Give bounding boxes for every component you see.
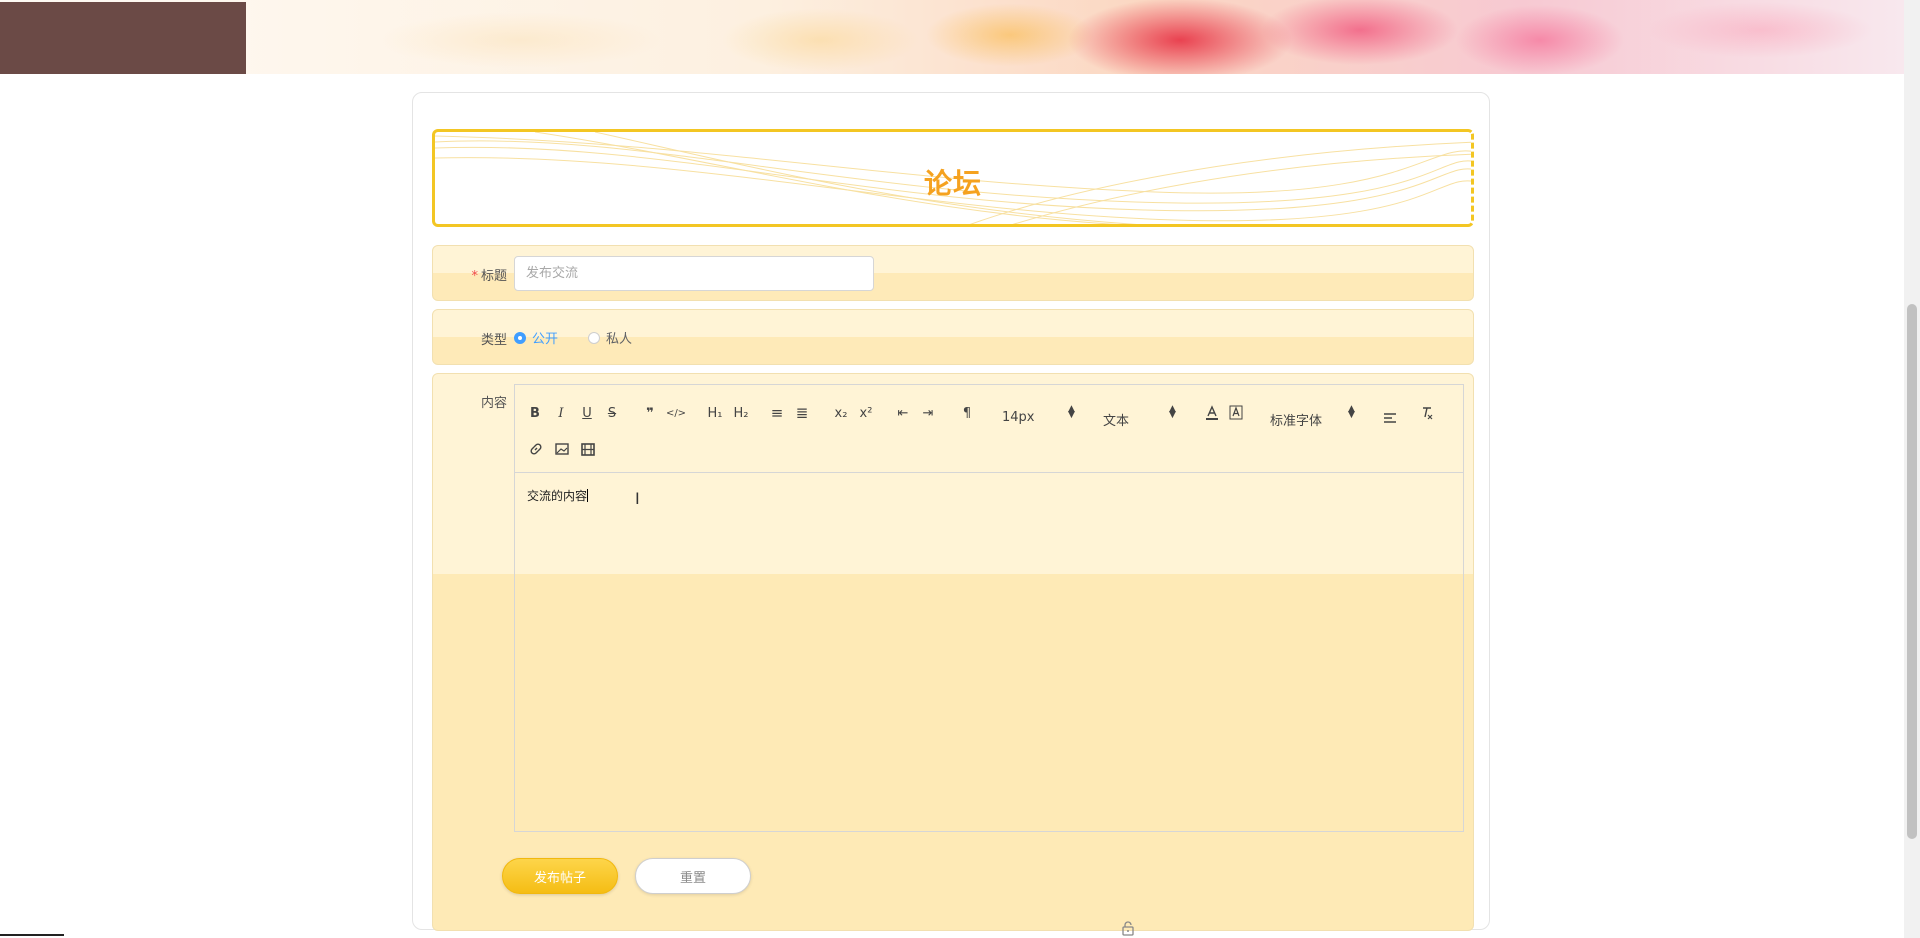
editor-content[interactable]: 交流的内容 I <box>515 473 1463 831</box>
font-family-select-value: 标准字体 <box>1270 414 1323 429</box>
content-label: 内容 <box>480 396 507 411</box>
superscript-button[interactable]: x² <box>856 403 876 423</box>
rich-text-editor: B I U S ❞ </> H₁ H₂ ≡ ≣ x₂ x² ⇤ ⇥ ¶ 14px… <box>514 384 1464 832</box>
select-caret-icon: ▲ ▼ <box>1068 404 1075 420</box>
radio-private-label: 私人 <box>606 332 633 347</box>
italic-button[interactable]: I <box>553 403 569 423</box>
text-cursor-icon: I <box>635 489 640 508</box>
top-banner <box>0 0 1904 74</box>
reset-button[interactable]: 重置 <box>635 858 751 894</box>
underline-button[interactable]: U <box>579 403 595 423</box>
text-color-icon[interactable] <box>1204 403 1220 423</box>
radio-public-label: 公开 <box>532 332 559 347</box>
font-size-select-value: 14px <box>1002 410 1035 425</box>
image-icon[interactable] <box>553 439 571 459</box>
type-row: 类型 公开 私人 <box>432 309 1474 365</box>
bottom-indicator <box>0 934 64 936</box>
bold-button[interactable]: B <box>527 403 543 423</box>
clear-format-icon[interactable] <box>1418 403 1436 423</box>
logo-block <box>0 2 246 74</box>
font-family-select[interactable]: 标准字体 ▲ ▼ <box>1270 405 1360 430</box>
radio-public-dot[interactable] <box>514 331 526 344</box>
text-caret <box>587 489 589 502</box>
lock-icon <box>1121 920 1135 938</box>
title-input[interactable] <box>514 256 874 291</box>
outdent-icon[interactable]: ⇤ <box>894 403 912 423</box>
bullet-list-icon[interactable]: ≣ <box>793 403 811 423</box>
page-title: 论坛 <box>923 167 982 200</box>
required-mark: * <box>471 269 478 284</box>
header-select-value: 文本 <box>1103 414 1130 429</box>
select-caret-icon: ▲ ▼ <box>1348 404 1355 420</box>
radio-private[interactable]: 私人 <box>588 328 632 347</box>
align-icon[interactable] <box>1381 408 1399 428</box>
strike-button[interactable]: S <box>604 403 620 423</box>
indent-icon[interactable]: ⇥ <box>919 403 937 423</box>
radio-public[interactable]: 公开 <box>514 328 558 347</box>
blockquote-button[interactable]: ❞ <box>641 403 659 423</box>
ordered-list-icon[interactable]: ≡ <box>768 403 786 423</box>
form-card: 论坛 *标题 类型 公开 私人 内容 B <box>412 92 1490 931</box>
scrollbar-thumb[interactable] <box>1907 304 1917 839</box>
scrollbar[interactable] <box>1904 0 1920 938</box>
video-icon[interactable] <box>579 439 597 459</box>
select-caret-icon: ▲ ▼ <box>1169 404 1176 420</box>
radio-private-dot[interactable] <box>588 331 600 344</box>
background-color-icon[interactable] <box>1228 403 1244 423</box>
editor-toolbar: B I U S ❞ </> H₁ H₂ ≡ ≣ x₂ x² ⇤ ⇥ ¶ 14px… <box>515 385 1463 473</box>
page-title-banner: 论坛 <box>432 129 1474 227</box>
subscript-button[interactable]: x₂ <box>831 403 851 423</box>
page: 论坛 *标题 类型 公开 私人 内容 B <box>0 0 1920 938</box>
header1-button[interactable]: H₁ <box>704 403 726 423</box>
editor-content-text: 交流的内容 <box>527 489 588 503</box>
code-block-button[interactable]: </> <box>666 403 686 423</box>
header-select[interactable]: 文本 ▲ ▼ <box>1103 405 1183 430</box>
title-label: * 标题 <box>471 269 507 284</box>
publish-post-button[interactable]: 发布帖子 <box>502 858 618 894</box>
font-size-select[interactable]: 14px ▲ ▼ <box>1002 405 1082 426</box>
content-row: 内容 B I U S ❞ </> H₁ H₂ ≡ ≣ x₂ x² ⇤ ⇥ ¶ 1… <box>432 373 1474 931</box>
title-row: * 标题 <box>432 245 1474 301</box>
header2-button[interactable]: H₂ <box>730 403 752 423</box>
text-direction-icon[interactable]: ¶ <box>958 403 976 423</box>
link-icon[interactable] <box>527 439 545 459</box>
type-label: 类型 <box>480 333 507 348</box>
